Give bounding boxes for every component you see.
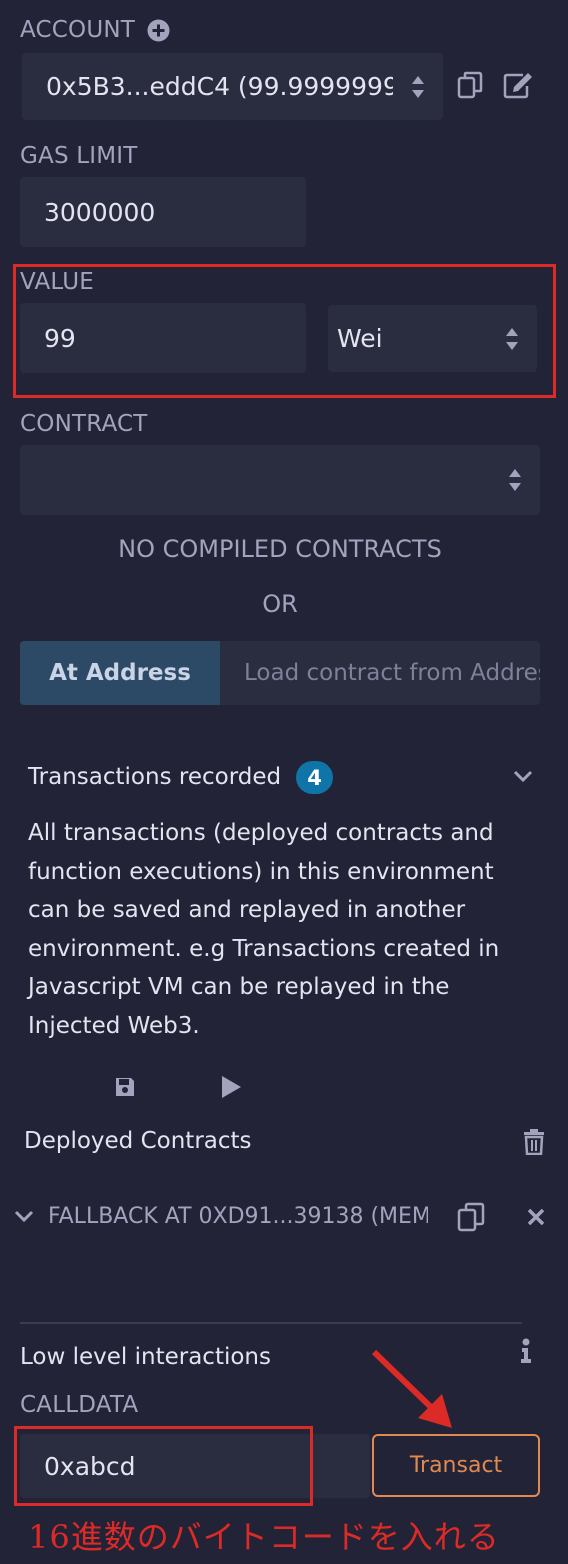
at-address-button[interactable]: At Address <box>20 641 220 705</box>
select-arrows-icon <box>506 327 518 350</box>
add-account-icon[interactable] <box>147 19 170 42</box>
info-icon[interactable] <box>519 1338 533 1364</box>
load-address-placeholder: Load contract from Address <box>244 660 540 686</box>
load-address-input[interactable]: Load contract from Address <box>220 641 540 705</box>
no-compiled-contracts-text: NO COMPILED CONTRACTS <box>118 535 442 563</box>
instance-chevron-down-icon[interactable] <box>14 1208 34 1223</box>
chevron-down-icon[interactable] <box>512 768 534 784</box>
copy-address-icon[interactable] <box>456 1202 486 1232</box>
account-select-value: 0x5B3...eddC4 (99.9999999 <box>46 72 393 101</box>
divider <box>20 1322 522 1324</box>
save-icon[interactable] <box>114 1076 136 1098</box>
transact-button[interactable]: Transact <box>372 1434 540 1497</box>
low-level-title: Low level interactions <box>20 1344 271 1370</box>
transactions-count-badge: 4 <box>296 761 333 794</box>
instance-title[interactable]: FALLBACK AT 0XD91...39138 (MEMORY) <box>48 1204 428 1229</box>
value-input[interactable]: 99 <box>20 303 306 373</box>
annotation-arrow-icon <box>368 1348 458 1432</box>
copy-account-icon[interactable] <box>455 70 485 100</box>
contract-select[interactable] <box>20 445 540 515</box>
deployed-contracts-title: Deployed Contracts <box>24 1128 252 1154</box>
transactions-count-text: 4 <box>307 765 322 790</box>
gas-limit-input[interactable]: 3000000 <box>20 177 306 247</box>
transactions-recorded-title: Transactions recorded <box>28 764 282 790</box>
or-text: OR <box>262 590 298 618</box>
at-address-button-label: At Address <box>49 660 191 686</box>
value-label: VALUE <box>20 269 95 295</box>
value-unit-select[interactable]: Wei <box>328 305 537 372</box>
play-icon[interactable] <box>220 1074 242 1100</box>
instance-title-text: FALLBACK AT 0XD91...39138 (MEMORY) <box>48 1204 428 1229</box>
annotation-text: 16進数のバイトコードを入れる <box>28 1518 500 1556</box>
calldata-highlight-frame <box>14 1426 313 1506</box>
gas-limit-label: GAS LIMIT <box>20 143 138 169</box>
transact-button-label: Transact <box>409 1453 503 1478</box>
edit-account-icon[interactable] <box>502 70 534 100</box>
select-arrows-icon <box>509 469 521 491</box>
account-label-text: ACCOUNT <box>20 17 136 43</box>
value-unit-text: Wei <box>337 324 383 353</box>
calldata-label: CALLDATA <box>20 1392 139 1418</box>
account-select[interactable]: 0x5B3...eddC4 (99.9999999 <box>22 53 443 120</box>
select-arrows-icon <box>412 75 424 98</box>
account-label: ACCOUNT <box>20 17 135 43</box>
contract-label: CONTRACT <box>20 411 148 437</box>
trash-icon[interactable] <box>523 1129 545 1156</box>
close-instance-icon[interactable] <box>526 1207 546 1227</box>
transactions-description: All transactions (deployed contracts and… <box>28 820 500 1039</box>
